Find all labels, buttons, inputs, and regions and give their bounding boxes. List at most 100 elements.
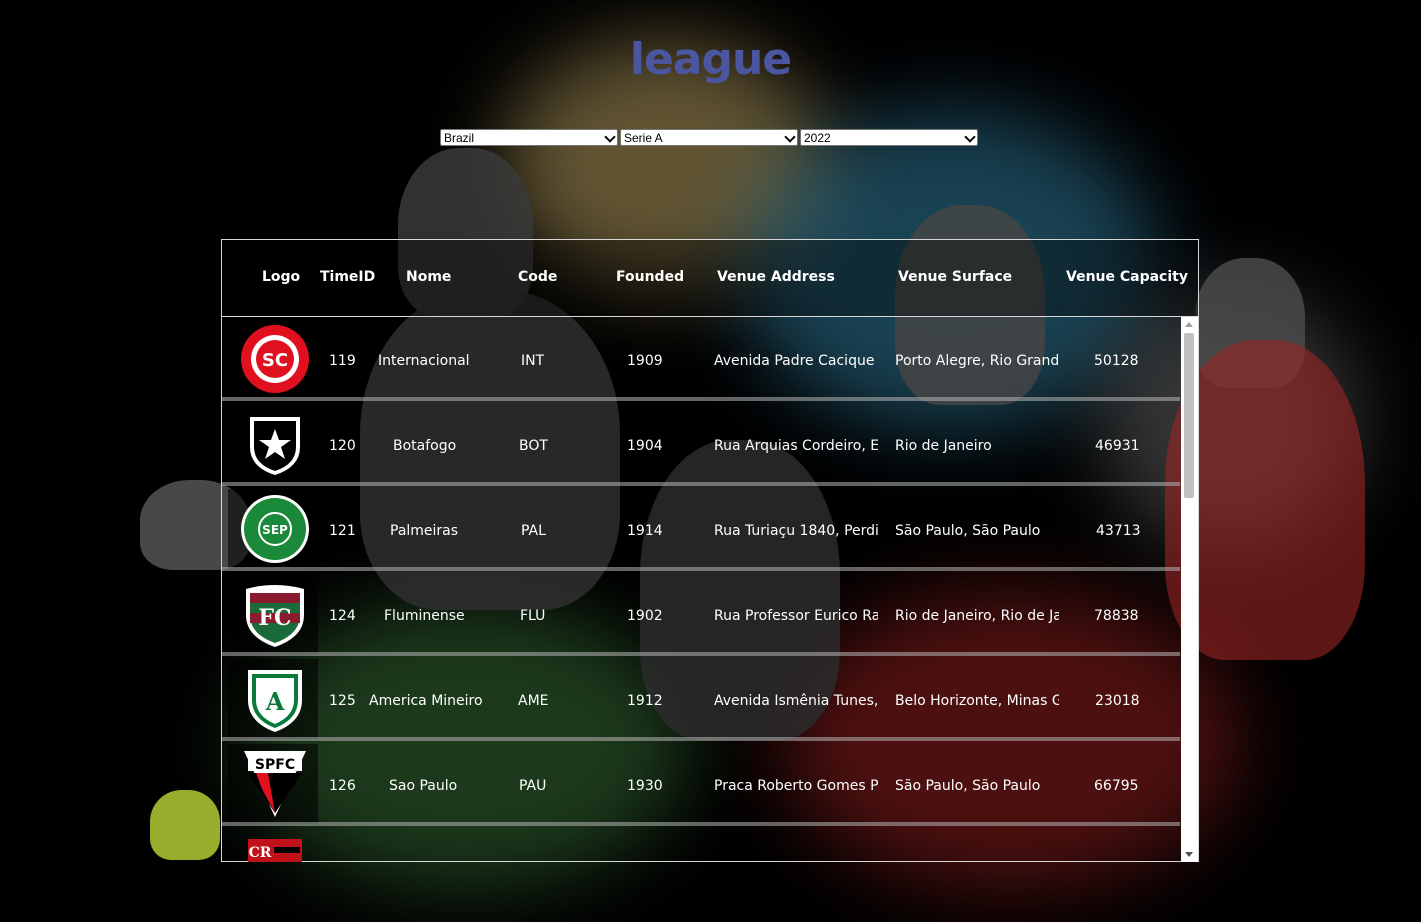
cell-venue-capacity: 46931 (1095, 438, 1140, 454)
cell-venue-surface: São Paulo, São Paulo (895, 778, 1041, 794)
teams-table: Logo TimeID Nome Code Founded Venue Addr… (221, 239, 1199, 862)
table-scrollbar[interactable] (1181, 317, 1198, 862)
header-time-id: TimeID (320, 269, 376, 285)
header-venue-capacity: Venue Capacity (1066, 269, 1188, 285)
cell-nome: Internacional (378, 353, 470, 369)
logo-cell (228, 404, 318, 484)
logo-cell: SC (228, 319, 318, 399)
cell-time-id: 125 (329, 693, 356, 709)
internacional-crest-icon: SC (241, 325, 309, 393)
cell-nome: Fluminense (384, 608, 465, 624)
cell-venue-address: Rua Turiaçu 1840, Perdizes (714, 523, 878, 539)
league-select-value: Serie A (624, 131, 663, 145)
row-divider (222, 397, 1180, 401)
cell-time-id: 126 (329, 778, 356, 794)
logo-cell: SEP (228, 489, 318, 569)
svg-text:A: A (265, 687, 285, 716)
cell-code: BOT (519, 438, 548, 454)
fluminense-crest-icon: FC (246, 585, 304, 647)
sao-paulo-crest-icon: SPFC (244, 751, 306, 817)
scroll-up-arrow-icon[interactable] (1185, 322, 1193, 327)
country-select[interactable]: Brazil (440, 129, 618, 146)
cell-venue-capacity: 66795 (1094, 778, 1139, 794)
header-code: Code (518, 269, 558, 285)
chevron-down-icon (604, 131, 616, 143)
table-row[interactable]: A America Mineiro 125 AME 1912 Avenida I… (222, 657, 1180, 741)
cell-code: PAU (519, 778, 547, 794)
goalkeeper-glove (150, 790, 220, 860)
table-row[interactable]: CR (222, 827, 1180, 862)
league-select[interactable]: Serie A (620, 129, 798, 146)
header-venue-address: Venue Address (717, 269, 835, 285)
chevron-down-icon (784, 131, 796, 143)
cell-venue-address: Rua Arquias Cordeiro, Engenho de Dentro (714, 438, 878, 454)
america-mineiro-crest-icon: A (248, 670, 302, 732)
cell-venue-surface: Rio de Janeiro (895, 438, 992, 454)
cell-venue-surface: Rio de Janeiro, Rio de Janeiro (895, 608, 1059, 624)
cell-time-id: 119 (329, 353, 356, 369)
cell-nome: America Mineiro (369, 693, 483, 709)
header-venue-surface: Venue Surface (898, 269, 1013, 285)
country-select-value: Brazil (444, 131, 475, 145)
flamengo-crest-icon: CR (248, 839, 302, 862)
scrollbar-thumb[interactable] (1184, 333, 1194, 498)
cell-venue-capacity: 23018 (1095, 693, 1140, 709)
page-title: league (629, 34, 792, 85)
cell-venue-capacity: 43713 (1096, 523, 1141, 539)
table-header: Logo TimeID Nome Code Founded Venue Addr… (222, 240, 1198, 317)
cell-venue-address: Praca Roberto Gomes Pedrosa (714, 778, 878, 794)
season-select[interactable]: 2022 (800, 129, 978, 146)
chevron-down-icon (964, 131, 976, 143)
cell-code: PAL (521, 523, 546, 539)
cell-founded: 1914 (627, 523, 663, 539)
cell-founded: 1904 (627, 438, 663, 454)
cell-nome: Botafogo (393, 438, 457, 454)
cell-founded: 1909 (627, 353, 663, 369)
cell-founded: 1902 (627, 608, 663, 624)
cell-venue-address: Avenida Padre Cacique 891 (714, 353, 878, 369)
cell-nome: Sao Paulo (389, 778, 458, 794)
logo-cell: A (228, 659, 318, 739)
cell-venue-surface: São Paulo, São Paulo (895, 523, 1041, 539)
scroll-down-arrow-icon[interactable] (1185, 852, 1193, 857)
table-row[interactable]: SC 119 Internacional INT 1909 Avenida Pa… (222, 317, 1180, 401)
cell-code: FLU (520, 608, 546, 624)
filter-bar: Brazil Serie A 2022 (440, 129, 978, 146)
cell-venue-address: Avenida Ismênia Tunes, Barro Preto (714, 693, 878, 709)
table-row[interactable]: SPFC 126 Sao Paulo PAU 1930 Praca Robert… (222, 742, 1180, 826)
cell-venue-capacity: 78838 (1094, 608, 1139, 624)
header-nome: Nome (406, 269, 452, 285)
logo-cell: SPFC (228, 744, 318, 824)
cell-time-id: 121 (329, 523, 356, 539)
cell-founded: 1912 (627, 693, 663, 709)
cell-venue-capacity: 50128 (1094, 353, 1139, 369)
row-divider (222, 737, 1180, 741)
svg-text:SEP: SEP (262, 523, 288, 537)
cell-venue-address: Rua Professor Eurico Rabelo (714, 608, 878, 624)
svg-text:SC: SC (262, 350, 288, 371)
table-body: SC 119 Internacional INT 1909 Avenida Pa… (222, 317, 1180, 862)
table-row[interactable]: SEP Palmeiras 121 PAL 1914 Rua Turiaçu 1… (222, 487, 1180, 571)
cell-code: AME (518, 693, 549, 709)
row-divider (222, 652, 1180, 656)
svg-text:FC: FC (258, 605, 291, 631)
logo-cell: FC (228, 574, 318, 654)
svg-text:CR: CR (249, 845, 272, 861)
row-divider (222, 482, 1180, 486)
cell-code: INT (521, 353, 545, 369)
row-divider (222, 567, 1180, 571)
header-logo: Logo (262, 269, 301, 285)
header-founded: Founded (616, 269, 685, 285)
season-select-value: 2022 (804, 131, 831, 145)
table-row[interactable]: FC 124 Fluminense FLU 1902 Rua Professor… (222, 572, 1180, 656)
botafogo-crest-icon (250, 417, 300, 475)
cell-venue-surface: Porto Alegre, Rio Grande do Sul (895, 353, 1059, 369)
cell-time-id: 124 (329, 608, 356, 624)
cell-nome: Palmeiras (390, 523, 459, 539)
palmeiras-crest-icon: SEP (241, 495, 309, 563)
row-divider (222, 822, 1180, 826)
cell-time-id: 120 (329, 438, 356, 454)
table-row[interactable]: 120 Botafogo BOT 1904 Rua Arquias Cordei… (222, 402, 1180, 486)
cell-founded: 1930 (627, 778, 663, 794)
cell-venue-surface: Belo Horizonte, Minas Gerais (895, 693, 1059, 709)
